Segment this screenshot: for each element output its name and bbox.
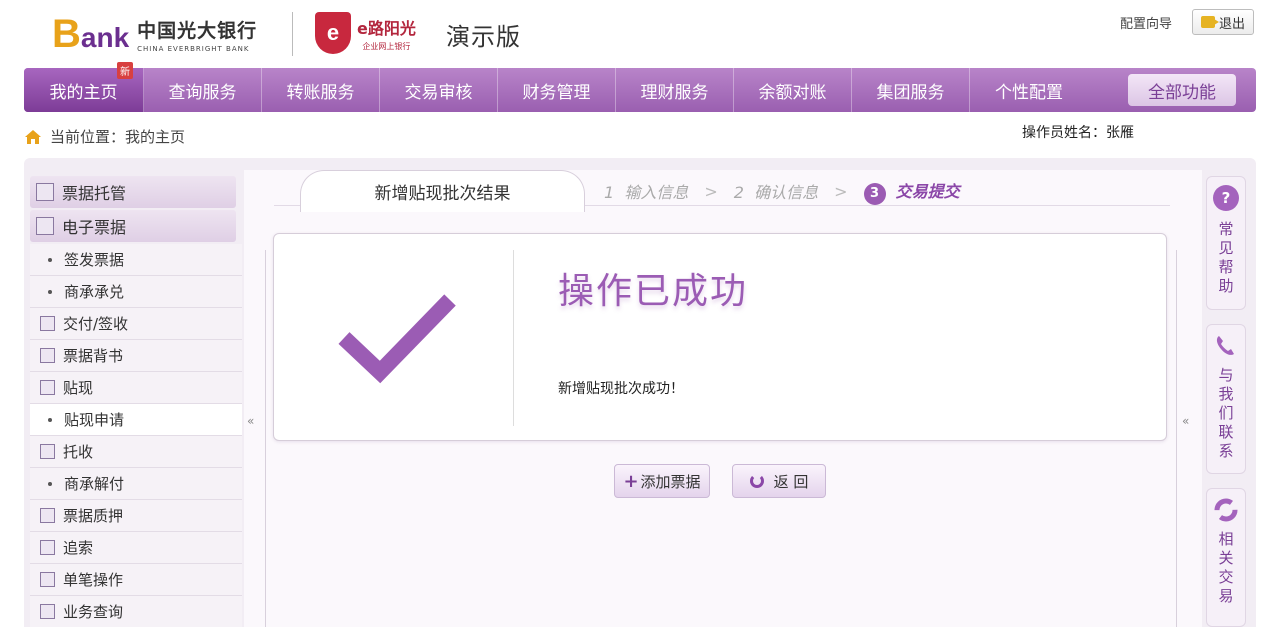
result-divider — [513, 250, 514, 426]
sidebar-item-discount[interactable]: 贴现 — [30, 372, 242, 404]
bank-name-en: CHINA EVERBRIGHT BANK — [137, 44, 250, 53]
divider — [265, 250, 266, 627]
related-label: 相关交易 — [1216, 531, 1235, 607]
collapse-right-icon[interactable]: « — [1182, 414, 1189, 428]
all-functions-button[interactable]: 全部功能 — [1128, 74, 1236, 106]
breadcrumb: 当前位置：我的主页 — [24, 126, 185, 147]
nav-item-reconcile[interactable]: 余额对账 — [734, 68, 852, 112]
bullet-icon — [48, 417, 52, 422]
bank-name-cn: 中国光大银行 — [137, 19, 258, 42]
nav-item-transfer[interactable]: 转账服务 — [262, 68, 380, 112]
nav-item-finance[interactable]: 财务管理 — [498, 68, 616, 112]
refresh-icon — [749, 474, 764, 488]
bullet-icon — [48, 289, 52, 294]
home-icon — [25, 129, 41, 144]
main-nav: 我的主页 新 查询服务 转账服务 交易审核 财务管理 理财服务 余额对账 集团服… — [24, 62, 1256, 112]
sidebar-group-ebills[interactable]: 电子票据 — [30, 210, 236, 242]
step-3: 3 交易提交 — [863, 178, 960, 205]
plus-icon: + — [623, 470, 639, 492]
contact-card[interactable]: 与我们联系 — [1206, 324, 1246, 474]
ebank-sub: 企业网上银行 — [362, 41, 411, 51]
nav-item-wealth[interactable]: 理财服务 — [616, 68, 734, 112]
nav-item-home[interactable]: 我的主页 新 — [24, 62, 144, 112]
folder-icon — [36, 183, 54, 201]
logout-icon — [1200, 16, 1219, 28]
related-card[interactable]: 相关交易 — [1206, 488, 1246, 627]
sidebar-item-single-op[interactable]: 单笔操作 — [30, 564, 242, 596]
menu-icon — [40, 540, 55, 555]
tab-discount-result[interactable]: 新增贴现批次结果 — [300, 170, 585, 212]
related-icon — [1214, 498, 1238, 522]
sidebar: 票据托管 电子票据 签发票据 商承承兑 交付/签收 票据背书 贴现 贴现申请 托… — [30, 176, 242, 627]
step-indicator: 1 输入信息 > 2 确认信息 > 3 交易提交 — [604, 178, 960, 205]
header-divider — [292, 12, 293, 56]
sidebar-item-endorse[interactable]: 票据背书 — [30, 340, 242, 372]
result-panel: 操作已成功 新增贴现批次成功！ — [273, 233, 1167, 441]
success-title: 操作已成功 — [558, 271, 749, 312]
sidebar-item-recourse[interactable]: 追索 — [30, 532, 242, 564]
menu-icon — [40, 444, 55, 459]
bullet-icon — [48, 481, 52, 486]
sidebar-item-pledge[interactable]: 票据质押 — [30, 500, 242, 532]
bullet-icon — [48, 257, 52, 262]
divider — [1176, 250, 1177, 627]
step-1: 1 输入信息 — [604, 183, 689, 203]
menu-icon — [40, 348, 55, 363]
back-button[interactable]: 返 回 — [732, 464, 826, 498]
nav-item-personal[interactable]: 个性配置 — [970, 68, 1088, 112]
breadcrumb-text: 当前位置：我的主页 — [50, 128, 186, 146]
nav-item-audit[interactable]: 交易审核 — [380, 68, 498, 112]
nav-item-query[interactable]: 查询服务 — [144, 68, 262, 112]
sidebar-item-collect[interactable]: 托收 — [30, 436, 242, 468]
checkmark-icon — [338, 294, 456, 384]
sidebar-item-deliver-sign[interactable]: 交付/签收 — [30, 308, 242, 340]
success-message: 新增贴现批次成功！ — [558, 381, 684, 397]
folder-icon — [36, 217, 54, 235]
menu-icon — [40, 604, 55, 619]
collapse-left-icon[interactable]: « — [247, 414, 254, 428]
bank-logo: Bank 中国光大银行 CHINA EVERBRIGHT BANK — [52, 12, 258, 56]
sidebar-item-accept[interactable]: 商承承兑 — [30, 276, 242, 308]
menu-icon — [40, 316, 55, 331]
header: Bank 中国光大银行 CHINA EVERBRIGHT BANK e e路阳光… — [0, 0, 1280, 66]
menu-icon — [40, 508, 55, 523]
logout-label: 退出 — [1218, 16, 1245, 32]
nav-item-group[interactable]: 集团服务 — [852, 68, 970, 112]
config-guide-link[interactable]: 配置向导 — [1120, 13, 1172, 32]
demo-version-label: 演示版 — [446, 23, 521, 51]
phone-icon — [1216, 336, 1234, 355]
logout-button[interactable]: 退出 — [1192, 9, 1254, 35]
sidebar-group-custody[interactable]: 票据托管 — [30, 176, 236, 208]
ebank-shield-icon: e — [315, 12, 351, 54]
ebank-name: e路阳光 — [357, 18, 416, 38]
contact-label: 与我们联系 — [1216, 367, 1235, 462]
operator-name: 操作员姓名：张雁 — [1022, 125, 1134, 141]
step-2: 2 确认信息 — [733, 183, 819, 203]
menu-icon — [40, 380, 55, 395]
question-icon: ? — [1213, 185, 1239, 211]
sidebar-item-discount-apply[interactable]: 贴现申请 — [30, 404, 242, 436]
sidebar-item-issue[interactable]: 签发票据 — [30, 244, 242, 276]
menu-icon — [40, 572, 55, 587]
help-card[interactable]: ? 常见帮助 — [1206, 176, 1246, 310]
sidebar-item-business-query[interactable]: 业务查询 — [30, 596, 242, 627]
ebank-logo: e e路阳光 企业网上银行 — [315, 12, 416, 54]
sidebar-item-payment[interactable]: 商承解付 — [30, 468, 242, 500]
add-bill-button[interactable]: + 添加票据 — [614, 464, 710, 498]
new-badge: 新 — [117, 62, 133, 79]
help-label: 常见帮助 — [1216, 221, 1235, 297]
